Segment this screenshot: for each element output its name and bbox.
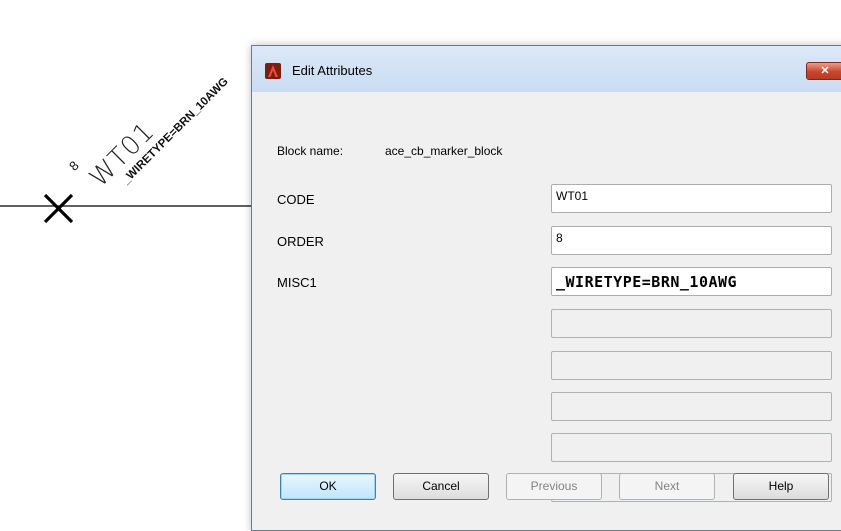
misc1-input[interactable]: _WIRETYPE=BRN_10AWG [551, 267, 832, 296]
code-input[interactable]: WT01 [551, 184, 832, 213]
order-input[interactable]: 8 [551, 226, 832, 255]
attribute-label-order: ORDER [277, 234, 324, 249]
close-x-icon: ✕ [820, 65, 830, 77]
block-name-label: Block name: [277, 144, 344, 158]
next-button: Next [619, 473, 715, 500]
cancel-button[interactable]: Cancel [393, 473, 489, 500]
autocad-app-icon [265, 63, 281, 79]
ok-button[interactable]: OK [280, 473, 376, 500]
previous-button: Previous [506, 473, 602, 500]
empty-attribute-field [551, 309, 832, 338]
empty-attribute-field [551, 392, 832, 421]
help-button[interactable]: Help [733, 473, 829, 500]
close-button[interactable]: ✕ [806, 62, 841, 80]
dialog-body: Block name: ace_cb_marker_block CODE WT0… [252, 92, 841, 530]
dialog-title: Edit Attributes [292, 63, 373, 78]
attribute-label-code: CODE [277, 192, 315, 207]
dialog-titlebar[interactable]: Edit Attributes ✕ [252, 46, 841, 93]
empty-attribute-field [551, 351, 832, 380]
attribute-label-misc1: MISC1 [277, 275, 317, 290]
edit-attributes-dialog: Edit Attributes ✕ Block name: ace_cb_mar… [251, 45, 841, 531]
empty-attribute-field [551, 433, 832, 462]
block-name-value: ace_cb_marker_block [385, 144, 503, 158]
